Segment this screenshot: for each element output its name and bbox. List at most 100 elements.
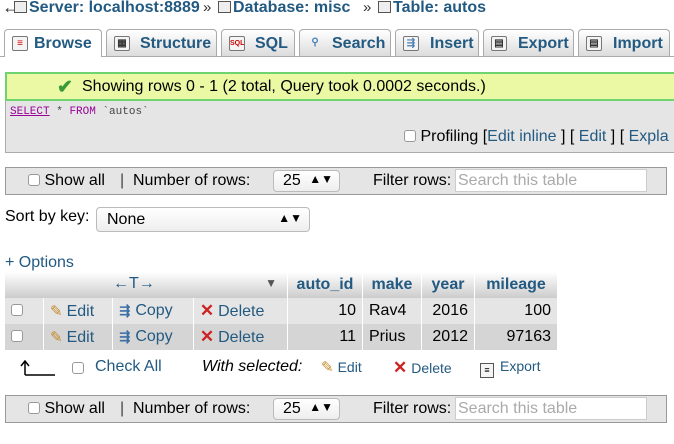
show-all-checkbox[interactable] bbox=[28, 174, 40, 186]
cell-mileage[interactable]: 100 bbox=[474, 298, 558, 324]
insert-icon: ⇶ bbox=[403, 36, 419, 51]
pencil-icon: ✎ bbox=[50, 328, 63, 346]
column-header-mileage[interactable]: mileage bbox=[474, 272, 558, 298]
tab-browse[interactable]: ≡ Browse bbox=[4, 29, 102, 57]
breadcrumb-table-label: Table: autos bbox=[393, 0, 487, 16]
tab-export[interactable]: ▤ Export bbox=[483, 29, 574, 56]
explain-link[interactable]: Expla bbox=[629, 128, 669, 145]
show-all-checkbox[interactable] bbox=[28, 402, 40, 414]
row-delete-action[interactable]: ✕ Delete bbox=[193, 298, 289, 324]
column-header-year[interactable]: year bbox=[421, 272, 475, 298]
sort-by-key-select[interactable]: None ▲▼ bbox=[96, 207, 310, 232]
options-link[interactable]: + Options bbox=[5, 254, 74, 272]
tab-structure[interactable]: ▦ Structure bbox=[106, 29, 217, 56]
breadcrumb-database-label: Database: misc bbox=[233, 0, 351, 16]
table-row: ✎ Edit ⇶ Copy ✕ Delete 11 Prius 2012 97163 bbox=[5, 324, 558, 350]
sql-keyword-select[interactable]: SELECT bbox=[10, 106, 50, 118]
row-edit-action[interactable]: ✎ Edit bbox=[43, 324, 114, 350]
browse-icon: ≡ bbox=[12, 36, 28, 51]
edit-query-link[interactable]: Edit bbox=[579, 128, 607, 145]
database-icon bbox=[218, 1, 231, 13]
tab-import[interactable]: ▤ Import bbox=[578, 29, 670, 56]
row-checkbox[interactable] bbox=[11, 330, 23, 342]
row-delete-label: Delete bbox=[218, 329, 265, 346]
column-header-auto-id[interactable]: auto_id bbox=[287, 272, 363, 298]
row-copy-action[interactable]: ⇶ Copy bbox=[112, 298, 194, 324]
actions-header: ←T→ ▼ bbox=[5, 272, 288, 298]
show-all-control[interactable]: Show all bbox=[28, 172, 105, 190]
bracket: ] [ bbox=[606, 128, 629, 145]
number-of-rows-select[interactable]: 25 ▲▼ bbox=[273, 398, 340, 420]
row-delete-action[interactable]: ✕ Delete bbox=[193, 324, 289, 350]
row-edit-label: Edit bbox=[66, 328, 95, 346]
structure-icon: ▦ bbox=[114, 36, 130, 51]
column-dropdown-icon[interactable]: ▼ bbox=[265, 276, 277, 290]
sql-icon: SQL bbox=[229, 36, 245, 51]
row-copy-action[interactable]: ⇶ Copy bbox=[112, 324, 194, 350]
tab-sql[interactable]: SQL SQL bbox=[221, 29, 295, 56]
column-header-make[interactable]: make bbox=[362, 272, 422, 298]
delete-x-icon: ✕ bbox=[199, 327, 215, 346]
check-all-link[interactable]: Check All bbox=[95, 358, 162, 376]
delete-x-icon: ✕ bbox=[393, 358, 408, 377]
bulk-delete-label: Delete bbox=[411, 360, 452, 376]
table-header-row: ←T→ ▼ auto_id make year mileage bbox=[5, 272, 558, 298]
show-all-label: Show all bbox=[44, 172, 105, 189]
table-icon bbox=[378, 1, 391, 13]
filter-rows-input[interactable]: Search this table bbox=[455, 169, 647, 192]
results-table: ←T→ ▼ auto_id make year mileage ✎ Edit ⇶ C… bbox=[5, 272, 558, 350]
tab-bar: ≡ Browse ▦ Structure SQL SQL ⚲ Search ⇶ … bbox=[0, 29, 674, 57]
tab-search-label: Search bbox=[332, 35, 386, 52]
number-of-rows-select[interactable]: 25 ▲▼ bbox=[273, 170, 340, 192]
show-all-control[interactable]: Show all bbox=[28, 400, 105, 418]
bulk-delete-button[interactable]: ✕ Delete bbox=[393, 358, 452, 378]
navigation-bar-top: Show all | Number of rows: 25 ▲▼ Filter … bbox=[5, 167, 667, 195]
import-icon: ▤ bbox=[586, 36, 602, 51]
breadcrumb-separator: » bbox=[363, 0, 372, 16]
nav-separator: | bbox=[120, 172, 125, 189]
query-tools: Profiling [Edit inline ] [ Edit ] [ Expl… bbox=[404, 128, 669, 146]
cell-year[interactable]: 2012 bbox=[421, 324, 475, 350]
number-of-rows-label: Number of rows: bbox=[133, 172, 251, 189]
cell-make[interactable]: Prius bbox=[362, 324, 422, 350]
check-all-checkbox[interactable] bbox=[72, 362, 84, 374]
cell-auto-id[interactable]: 10 bbox=[287, 298, 363, 324]
checkmark-icon: ✔ bbox=[57, 77, 73, 98]
cell-mileage[interactable]: 97163 bbox=[474, 324, 558, 350]
bulk-edit-button[interactable]: ✎ Edit bbox=[321, 358, 362, 377]
tab-insert[interactable]: ⇶ Insert bbox=[395, 29, 479, 56]
cell-make[interactable]: Rav4 bbox=[362, 298, 422, 324]
cell-year[interactable]: 2016 bbox=[421, 298, 475, 324]
breadcrumb-server[interactable]: Server: localhost:8889 bbox=[14, 0, 200, 17]
breadcrumb-separator: » bbox=[203, 0, 212, 16]
tab-search[interactable]: ⚲ Search bbox=[299, 29, 391, 56]
column-arrows-icon[interactable]: ←T→ bbox=[113, 275, 155, 293]
number-of-rows-value: 25 bbox=[283, 172, 301, 189]
breadcrumb-database[interactable]: Database: misc bbox=[218, 0, 350, 17]
pencil-icon: ✎ bbox=[321, 359, 334, 376]
sql-keyword-from: FROM bbox=[69, 106, 96, 118]
with-selected-label: With selected: bbox=[202, 358, 303, 375]
arrow-ltr-icon bbox=[20, 360, 55, 376]
export-icon: ≡ bbox=[480, 363, 494, 378]
row-select-cell bbox=[5, 298, 44, 324]
filter-rows-input[interactable]: Search this table bbox=[455, 397, 647, 420]
number-of-rows-value: 25 bbox=[283, 400, 301, 417]
profiling-checkbox[interactable] bbox=[404, 130, 416, 142]
bulk-edit-label: Edit bbox=[337, 359, 362, 375]
copy-icon: ⇶ bbox=[119, 329, 131, 344]
tab-structure-label: Structure bbox=[140, 35, 212, 52]
row-edit-action[interactable]: ✎ Edit bbox=[43, 298, 114, 324]
sql-query-box: SELECT * FROM `autos` Profiling [Edit in… bbox=[5, 101, 674, 153]
bulk-actions-bar: Check All With selected: ✎ Edit ✕ Delete ≡… bbox=[5, 357, 645, 381]
success-message: ✔ Showing rows 0 - 1 (2 total, Query too… bbox=[5, 72, 674, 101]
edit-inline-link[interactable]: Edit inline bbox=[487, 128, 556, 145]
bulk-export-button[interactable]: ≡ Export bbox=[480, 358, 540, 378]
sort-by-key-value: None bbox=[107, 211, 146, 228]
sort-by-key-label: Sort by key: bbox=[5, 208, 90, 225]
number-of-rows-label: Number of rows: bbox=[133, 400, 251, 417]
sql-query-text: SELECT * FROM `autos` bbox=[10, 106, 149, 118]
row-checkbox[interactable] bbox=[11, 304, 23, 316]
cell-auto-id[interactable]: 11 bbox=[287, 324, 363, 350]
breadcrumb-table[interactable]: Table: autos bbox=[378, 0, 486, 17]
